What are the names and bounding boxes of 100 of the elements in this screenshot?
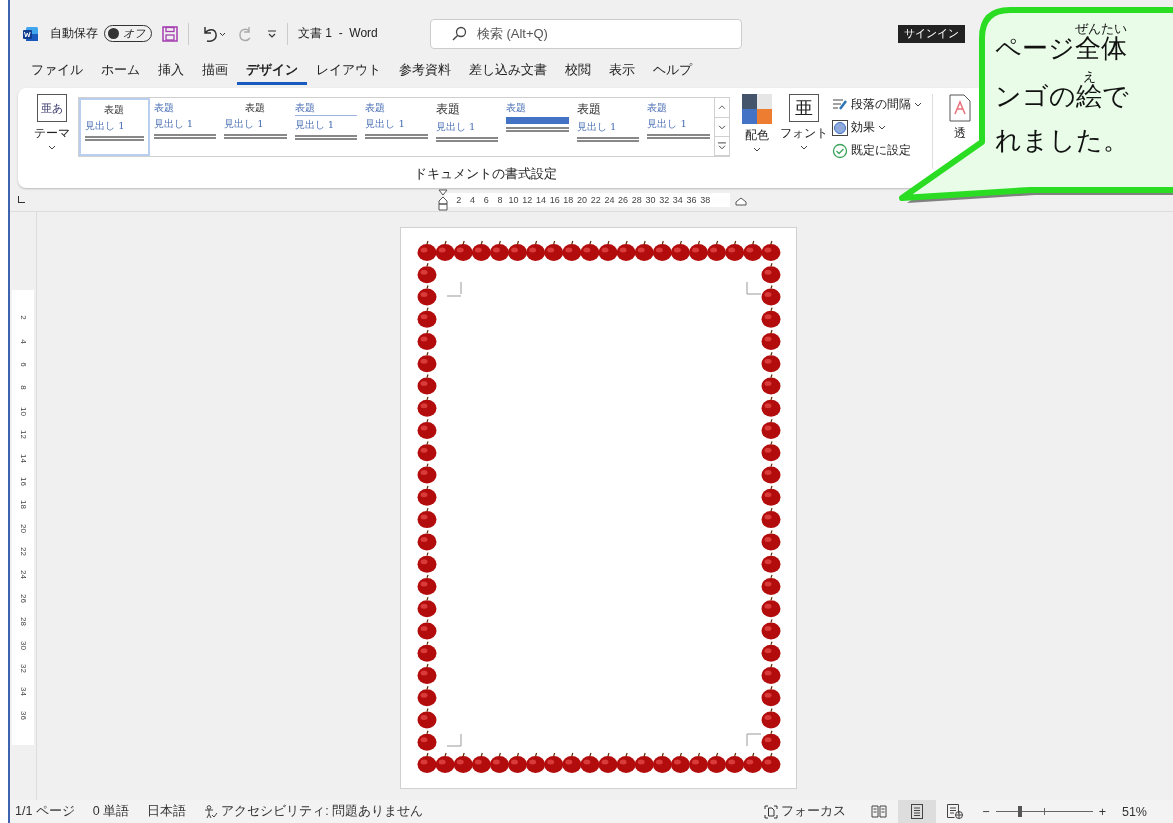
thumbnail-title: 表題 (506, 101, 528, 115)
icon-glyph: 亜あ (41, 101, 63, 116)
focus-icon (764, 804, 779, 819)
thumbnail-heading: 見出し 1 (85, 119, 126, 133)
ruler-number: 24 (603, 194, 616, 205)
ruler-number: 30 (18, 640, 28, 650)
ribbon-tab[interactable]: レイアウト (307, 58, 390, 85)
watermark-button[interactable]: 透 (943, 94, 977, 142)
thumbnail-heading: 見出し 1 (365, 117, 406, 131)
ruler-number: 26 (18, 593, 28, 603)
caret-icon (48, 145, 56, 150)
ruler-number: 20 (576, 194, 589, 205)
ruler-number: 6 (482, 194, 490, 205)
style-set-thumbnail[interactable]: 表題 見出し 1 (220, 98, 291, 156)
body-text-lines (506, 126, 569, 132)
ruler-number: 24 (18, 570, 28, 580)
tab-stop-selector-icon[interactable] (18, 196, 25, 203)
set-as-default-button[interactable]: 既定に設定 (832, 142, 922, 159)
zoom-out-button[interactable]: − (982, 804, 990, 819)
thumbnail-heading: 見出し 1 (153, 117, 195, 131)
callout-text: ページ全体 ぜんたい ンゴの絵 え で れました。 (995, 22, 1129, 157)
style-set-thumbnail[interactable]: 表題 見出し 1 (643, 98, 714, 156)
style-set-thumbnail[interactable]: 表題 見出し 1 (572, 98, 644, 156)
ribbon-tab[interactable]: 表示 (600, 58, 644, 85)
style-set-thumbnail[interactable]: 表題 見出し 1 (79, 98, 150, 156)
effects-icon (832, 119, 848, 136)
ruler-number: 16 (548, 194, 561, 205)
body-text-lines (85, 135, 144, 141)
ruler-number: 12 (18, 430, 28, 440)
web-layout-icon (947, 804, 964, 819)
style-set-thumbnail[interactable]: 表題 見出し 1 (431, 98, 503, 156)
color-palette-icon (742, 94, 772, 124)
ruler-number: 22 (589, 194, 602, 205)
ruler-number: 14 (534, 194, 547, 205)
caret-icon (914, 102, 922, 107)
print-view-button[interactable] (898, 800, 937, 823)
zoom-slider-thumb[interactable] (1017, 806, 1022, 817)
save-icon[interactable] (162, 25, 178, 42)
ruler-number: 36 (685, 194, 698, 205)
ruler-number: 14 (18, 453, 28, 463)
ribbon-tab[interactable]: 描画 (193, 58, 237, 85)
accessibility-icon (204, 804, 219, 819)
print-layout-icon (911, 804, 924, 819)
caret-icon (878, 125, 886, 130)
customize-toolbar-icon[interactable] (267, 28, 277, 39)
ruler-number: 4 (469, 194, 477, 205)
right-indent-marker-icon[interactable] (735, 197, 747, 206)
body-text-lines (294, 134, 358, 140)
watermark-page-icon (949, 94, 971, 122)
ribbon-tab[interactable]: ホーム (92, 58, 149, 85)
style-set-thumbnail[interactable]: 表題 見出し 1 (149, 98, 221, 156)
themes-button[interactable]: 亜あ テーマ (34, 94, 70, 150)
thumbnail-title: 表題 (435, 101, 461, 118)
effects-button[interactable]: 効果 (832, 119, 922, 136)
search-icon (450, 25, 467, 42)
ribbon-tab[interactable]: 差し込み文書 (460, 58, 556, 85)
paragraph-spacing-button[interactable]: 段落の間隔 (832, 96, 922, 113)
fonts-button[interactable]: 亜 フォント (780, 94, 828, 150)
autosave-label: 自動保存 (50, 25, 98, 42)
zoom-percent[interactable]: 51% (1121, 804, 1147, 819)
ribbon-tab[interactable]: 挿入 (149, 58, 193, 85)
sign-in-button[interactable]: サインイン (897, 24, 965, 43)
ruler-number: 32 (18, 664, 28, 673)
read-mode-icon (871, 805, 888, 818)
ruler-number: 18 (18, 500, 28, 510)
ruler-number: 18 (562, 194, 575, 205)
ruler-number: 22 (18, 547, 28, 557)
caret-icon (800, 145, 808, 150)
ruler-number: 26 (617, 194, 630, 205)
body-text-lines (435, 136, 499, 142)
ribbon-tab[interactable]: 参考資料 (390, 58, 460, 85)
ruler-number: 6 (18, 362, 28, 367)
ribbon-tab[interactable]: デザイン (237, 58, 307, 85)
ruler-number: 28 (18, 617, 28, 627)
paragraph-spacing-icon (832, 97, 848, 112)
ribbon-tab[interactable]: ヘルプ (644, 58, 701, 85)
ribbon-tab[interactable]: ファイル (22, 58, 92, 85)
indent-marker-icon[interactable] (438, 189, 448, 211)
thumbnail-title: 表題 (365, 101, 387, 115)
ruler-number: 28 (630, 194, 643, 205)
thumbnail-heading: 見出し 1 (647, 117, 688, 131)
ruler-number: 20 (18, 523, 28, 533)
colors-button[interactable]: 配色 (740, 94, 774, 152)
style-set-thumbnail[interactable]: 表題 見出し 1 (361, 98, 432, 156)
ribbon-tab[interactable]: 校閲 (556, 58, 600, 85)
thumbnail-heading: 見出し 1 (294, 118, 336, 132)
word-count: 0 単語 (92, 803, 130, 820)
zoom-in-button[interactable]: + (1098, 804, 1106, 819)
style-set-thumbnail[interactable]: 表題 (502, 98, 573, 156)
search-field[interactable]: 検索 (Alt+Q) (429, 18, 742, 49)
ruler-number: 4 (18, 338, 28, 344)
style-set-thumbnail[interactable]: 表題 見出し 1 (290, 98, 362, 156)
body-text-lines (647, 133, 710, 139)
accessibility-status[interactable]: アクセシビリティ: 問題ありません (204, 803, 424, 820)
focus-button[interactable]: フォーカス (764, 803, 847, 820)
checkmark-circle-icon (832, 142, 848, 159)
body-text-lines (576, 136, 640, 142)
ribbon-group-label: ドキュメントの書式設定 (414, 166, 557, 183)
ruler-number: 16 (18, 476, 28, 486)
thumbnail-title: 表題 (647, 101, 669, 115)
